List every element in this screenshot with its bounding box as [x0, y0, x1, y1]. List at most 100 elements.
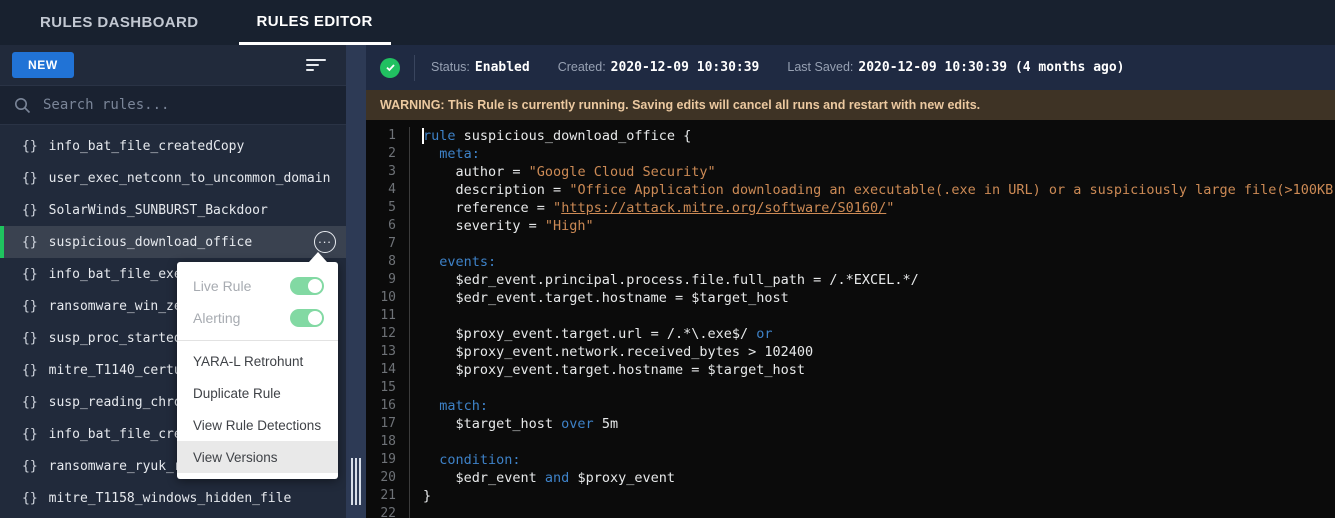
menu-item-duplicate-rule[interactable]: Duplicate Rule — [177, 377, 338, 409]
code-line: 20 $edr_event and $proxy_event — [366, 469, 1335, 487]
code-text — [410, 307, 1335, 325]
rule-more-button[interactable]: ... — [314, 231, 336, 253]
code-editor[interactable]: 1rule suspicious_download_office {2 meta… — [366, 120, 1335, 518]
line-number: 19 — [366, 451, 410, 469]
rule-name: susp_proc_started_ — [49, 331, 190, 346]
toggle-label: Live Rule — [193, 278, 251, 294]
line-number: 22 — [366, 505, 410, 518]
status-field: Status: Enabled — [431, 60, 530, 75]
code-text: events: — [410, 253, 1335, 271]
code-text: match: — [410, 397, 1335, 415]
panel-splitter — [346, 45, 366, 518]
line-number: 21 — [366, 487, 410, 505]
splitter-grip[interactable] — [351, 458, 361, 505]
code-text: $proxy_event.target.hostname = $target_h… — [410, 361, 1335, 379]
toggle-switch[interactable] — [290, 277, 324, 295]
text-cursor — [422, 128, 424, 144]
line-number: 1 — [366, 127, 410, 145]
rule-name: ransomware_win_ze — [49, 299, 182, 314]
rule-list-item[interactable]: {}suspicious_download_office... — [0, 226, 346, 258]
code-line: 22 — [366, 505, 1335, 518]
code-text: author = "Google Cloud Security" — [410, 163, 1335, 181]
rule-name: ransomware_ryuk_r — [49, 459, 182, 474]
editor-panel: Status: Enabled Created: 2020-12-09 10:3… — [366, 45, 1335, 518]
line-number: 5 — [366, 199, 410, 217]
code-text: $edr_event.principal.process.file.full_p… — [410, 271, 1335, 289]
code-text: } — [410, 487, 1335, 505]
created-value: 2020-12-09 10:30:39 — [611, 60, 760, 75]
rule-name: SolarWinds_SUNBURST_Backdoor — [49, 203, 268, 218]
status-check-icon — [380, 58, 400, 78]
code-text: description = "Office Application downlo… — [410, 181, 1335, 199]
rule-name: info_bat_file_createdCopy — [49, 139, 245, 154]
braces-icon: {} — [22, 395, 38, 410]
status-bar: Status: Enabled Created: 2020-12-09 10:3… — [366, 45, 1335, 90]
rule-name: mitre_T1140_certu — [49, 363, 182, 378]
code-line: 1rule suspicious_download_office { — [366, 127, 1335, 145]
menu-divider — [177, 340, 338, 341]
new-rule-button[interactable]: NEW — [12, 52, 74, 78]
braces-icon: {} — [22, 427, 38, 442]
rule-name: info_bat_file_exe — [49, 267, 182, 282]
menu-item-section: YARA-L RetrohuntDuplicate RuleView Rule … — [177, 345, 338, 473]
code-line: 15 — [366, 379, 1335, 397]
warning-text: WARNING: This Rule is currently running.… — [380, 98, 980, 112]
sort-icon[interactable] — [302, 55, 330, 75]
code-text: meta: — [410, 145, 1335, 163]
last-saved-value: 2020-12-09 10:30:39 (4 months ago) — [858, 60, 1124, 75]
line-number: 17 — [366, 415, 410, 433]
tab-rules-editor[interactable]: RULES EDITOR — [239, 0, 391, 45]
line-number: 20 — [366, 469, 410, 487]
search-input[interactable] — [43, 97, 332, 113]
line-number: 15 — [366, 379, 410, 397]
rule-list-item[interactable]: {}mitre_T1158_windows_hidden_file — [0, 482, 346, 514]
code-text — [410, 379, 1335, 397]
menu-item-view-versions[interactable]: View Versions — [177, 441, 338, 473]
menu-toggle-alerting[interactable]: Alerting — [177, 302, 338, 334]
code-line: 13 $proxy_event.network.received_bytes >… — [366, 343, 1335, 361]
code-line: 5 reference = "https://attack.mitre.org/… — [366, 199, 1335, 217]
last-saved-field: Last Saved: 2020-12-09 10:30:39 (4 month… — [787, 60, 1124, 75]
rule-name: suspicious_download_office — [49, 235, 253, 250]
braces-icon: {} — [22, 331, 38, 346]
menu-item-view-rule-detections[interactable]: View Rule Detections — [177, 409, 338, 441]
line-number: 12 — [366, 325, 410, 343]
tab-rules-dashboard[interactable]: RULES DASHBOARD — [22, 0, 217, 45]
toggle-switch[interactable] — [290, 309, 324, 327]
line-number: 10 — [366, 289, 410, 307]
top-navigation: RULES DASHBOARD RULES EDITOR — [0, 0, 1335, 45]
code-text: $edr_event and $proxy_event — [410, 469, 1335, 487]
code-line: 7 — [366, 235, 1335, 253]
code-text — [410, 433, 1335, 451]
code-text: reference = "https://attack.mitre.org/so… — [410, 199, 1335, 217]
code-line: 4 description = "Office Application down… — [366, 181, 1335, 199]
braces-icon: {} — [22, 171, 38, 186]
line-number: 16 — [366, 397, 410, 415]
code-line: 17 $target_host over 5m — [366, 415, 1335, 433]
line-number: 8 — [366, 253, 410, 271]
status-divider — [414, 55, 415, 81]
line-number: 4 — [366, 181, 410, 199]
braces-icon: {} — [22, 139, 38, 154]
code-text: severity = "High" — [410, 217, 1335, 235]
code-line: 21} — [366, 487, 1335, 505]
rule-list-item[interactable]: {}user_exec_netconn_to_uncommon_domain — [0, 162, 346, 194]
code-line: 12 $proxy_event.target.url = /.*\.exe$/ … — [366, 325, 1335, 343]
rule-context-menu: Live Rule Alerting YARA-L RetrohuntDuplic… — [177, 262, 338, 479]
line-number: 9 — [366, 271, 410, 289]
line-number: 3 — [366, 163, 410, 181]
code-text: $edr_event.target.hostname = $target_hos… — [410, 289, 1335, 307]
code-line: 2 meta: — [366, 145, 1335, 163]
code-text: $proxy_event.network.received_bytes > 10… — [410, 343, 1335, 361]
code-line: 8 events: — [366, 253, 1335, 271]
braces-icon: {} — [22, 203, 38, 218]
braces-icon: {} — [22, 459, 38, 474]
menu-toggle-live-rule[interactable]: Live Rule — [177, 270, 338, 302]
menu-item-yara-l-retrohunt[interactable]: YARA-L Retrohunt — [177, 345, 338, 377]
created-field: Created: 2020-12-09 10:30:39 — [558, 60, 760, 75]
rule-list-item[interactable]: {} SolarWinds_SUNBURST_Backdoor — [0, 194, 346, 226]
search-bar — [0, 85, 346, 125]
line-number: 13 — [366, 343, 410, 361]
rule-list-item[interactable]: {} info_bat_file_createdCopy — [0, 130, 346, 162]
code-line: 9 $edr_event.principal.process.file.full… — [366, 271, 1335, 289]
